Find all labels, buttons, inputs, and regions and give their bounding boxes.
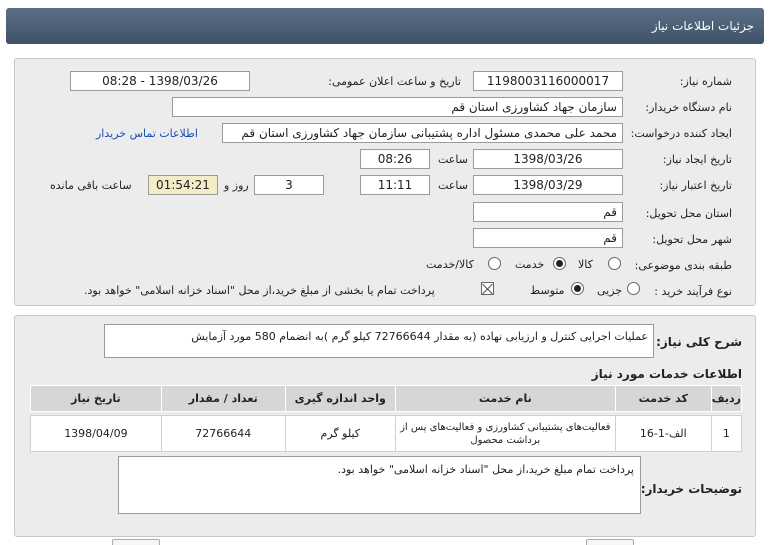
province-label: استان محل تحویل: (645, 207, 732, 220)
buyer-org-label: نام دستگاه خریدار: (645, 101, 732, 114)
creator-field: محمد علی محمدی مسئول اداره پشتیبانی سازم… (222, 123, 623, 143)
validity-time-label: ساعت (438, 179, 468, 192)
process-option-medium: متوسط (530, 284, 565, 297)
col-need-date: تاریخ نیاز (30, 385, 162, 412)
services-heading: اطلاعات خدمات مورد نیاز (591, 367, 742, 381)
days-field: 3 (254, 175, 324, 195)
announce-field: 1398/03/26 - 08:28 (70, 71, 250, 91)
services-table-header: ردیف کد خدمت نام خدمت واحد اندازه گیری ت… (30, 385, 743, 412)
description-field: عملیات اجرایی کنترل و ارزیابی نهاده (به … (104, 324, 654, 358)
days-label: روز و (224, 179, 249, 192)
bottom-button-2[interactable] (586, 539, 634, 545)
validity-label: تاریخ اعتبار نیاز: (659, 179, 732, 192)
payment-checkbox[interactable] (481, 282, 494, 295)
col-row: ردیف (710, 385, 743, 412)
table-row: 1 الف-1-16 فعالیت‌های پشتیبانی کشاورزی و… (30, 415, 743, 452)
process-option-minor: جزیی (597, 284, 623, 297)
province-field: قم (473, 202, 623, 222)
created-time-label: ساعت (438, 153, 468, 166)
col-service-code: کد خدمت (614, 385, 712, 412)
category-option-goods: کالا (578, 258, 593, 271)
cell-unit: کیلو گرم (284, 415, 396, 452)
buyer-org-field: سازمان جهاد کشاورزی استان قم (172, 97, 623, 117)
process-radio-medium[interactable] (571, 282, 584, 295)
validity-time-field: 11:11 (360, 175, 430, 195)
category-radio-goods[interactable] (608, 257, 621, 270)
page-title: جزئیات اطلاعات نیاز (6, 8, 764, 44)
col-quantity: تعداد / مقدار (160, 385, 286, 412)
bottom-button-1[interactable] (112, 539, 160, 545)
category-option-service: خدمت (515, 258, 545, 271)
cell-quantity: 72766644 (160, 415, 286, 452)
need-number-field: 1198003116000017 (473, 71, 623, 91)
contact-buyer-link[interactable]: اطلاعات تماس خریدار (96, 127, 198, 140)
category-option-goods-service: کالا/خدمت (426, 258, 474, 271)
creator-label: ایجاد کننده درخواست: (630, 127, 732, 140)
payment-note: پرداخت تمام یا بخشی از مبلغ خرید،از محل … (84, 284, 435, 297)
description-label: شرح کلی نیاز: (656, 335, 742, 349)
category-label: طبقه بندی موضوعی: (634, 259, 732, 272)
services-table: ردیف کد خدمت نام خدمت واحد اندازه گیری ت… (30, 385, 743, 452)
announce-label: تاریخ و ساعت اعلان عمومی: (328, 75, 461, 88)
remaining-time-field: 01:54:21 (148, 175, 218, 195)
validity-date-field: 1398/03/29 (473, 175, 623, 195)
category-radio-service[interactable] (553, 257, 566, 270)
created-time-field: 08:26 (360, 149, 430, 169)
col-unit: واحد اندازه گیری (284, 385, 396, 412)
remaining-label: ساعت باقی مانده (50, 179, 132, 192)
cell-service-name: فعالیت‌های پشتیبانی کشاورزی و فعالیت‌های… (394, 415, 616, 452)
buyer-notes-field: پرداخت تمام مبلغ خرید،از محل "اسناد خزان… (118, 456, 641, 514)
cell-need-date: 1398/04/09 (30, 415, 162, 452)
city-field: قم (473, 228, 623, 248)
created-date-label: تاریخ ایجاد نیاز: (662, 153, 732, 166)
col-service-name: نام خدمت (394, 385, 616, 412)
category-radio-goods-service[interactable] (488, 257, 501, 270)
created-date-field: 1398/03/26 (473, 149, 623, 169)
buyer-notes-label: توضیحات خریدار: (640, 482, 742, 496)
cell-row: 1 (710, 415, 743, 452)
city-label: شهر محل تحویل: (652, 233, 732, 246)
process-radio-minor[interactable] (627, 282, 640, 295)
process-label: نوع فرآیند خرید : (654, 285, 732, 298)
cell-service-code: الف-1-16 (614, 415, 712, 452)
need-number-label: شماره نیاز: (679, 75, 732, 88)
